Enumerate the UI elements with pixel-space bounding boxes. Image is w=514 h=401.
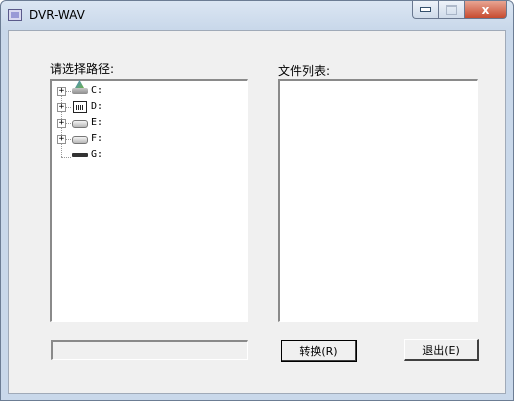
title-bar[interactable]: DVR-WAV x bbox=[1, 1, 513, 31]
expand-icon[interactable]: + bbox=[57, 135, 66, 144]
tree-connector-line bbox=[66, 123, 71, 124]
close-icon: x bbox=[481, 2, 490, 17]
tree-connector-line bbox=[61, 157, 71, 158]
removable-drive-icon bbox=[72, 153, 88, 157]
tree-connector-line bbox=[66, 91, 71, 92]
convert-button-label: 转换(R) bbox=[299, 344, 338, 358]
system-drive-icon bbox=[72, 88, 88, 94]
path-display-field bbox=[51, 340, 248, 360]
app-icon bbox=[8, 9, 22, 21]
caption-buttons: x bbox=[412, 1, 507, 20]
convert-button[interactable]: 转换(R) bbox=[281, 340, 357, 362]
tree-connector-line bbox=[66, 107, 71, 108]
tree-item-label[interactable]: D: bbox=[91, 101, 103, 112]
exit-button[interactable]: 退出(E) bbox=[404, 339, 479, 361]
tree-item-label[interactable]: G: bbox=[91, 149, 103, 160]
file-list[interactable] bbox=[278, 79, 478, 322]
expand-icon[interactable]: + bbox=[57, 87, 66, 96]
hard-drive-icon bbox=[72, 136, 88, 144]
app-window: DVR-WAV x 请选择路径: 文件列表: + C: + D: + E: + … bbox=[0, 0, 514, 401]
expand-icon[interactable]: + bbox=[57, 119, 66, 128]
path-label: 请选择路径: bbox=[50, 62, 115, 76]
tree-item-label[interactable]: F: bbox=[91, 133, 103, 144]
maximize-icon bbox=[446, 4, 457, 15]
client-area: 请选择路径: 文件列表: + C: + D: + E: + F: G: 转换(R… bbox=[8, 30, 506, 394]
tree-connector-line bbox=[66, 139, 71, 140]
maximize-button bbox=[438, 1, 464, 19]
directory-tree[interactable]: + C: + D: + E: + F: G: bbox=[50, 79, 248, 322]
hard-drive-icon bbox=[72, 120, 88, 128]
window-title: DVR-WAV bbox=[29, 8, 85, 22]
memory-card-drive-icon bbox=[73, 101, 87, 113]
expand-icon[interactable]: + bbox=[57, 103, 66, 112]
minimize-button[interactable] bbox=[412, 1, 438, 19]
close-button[interactable]: x bbox=[464, 1, 507, 19]
exit-button-label: 退出(E) bbox=[422, 343, 460, 357]
tree-item-label[interactable]: E: bbox=[91, 117, 103, 128]
tree-item-label[interactable]: C: bbox=[91, 85, 103, 96]
minimize-icon bbox=[420, 7, 431, 12]
file-list-label: 文件列表: bbox=[278, 64, 331, 78]
